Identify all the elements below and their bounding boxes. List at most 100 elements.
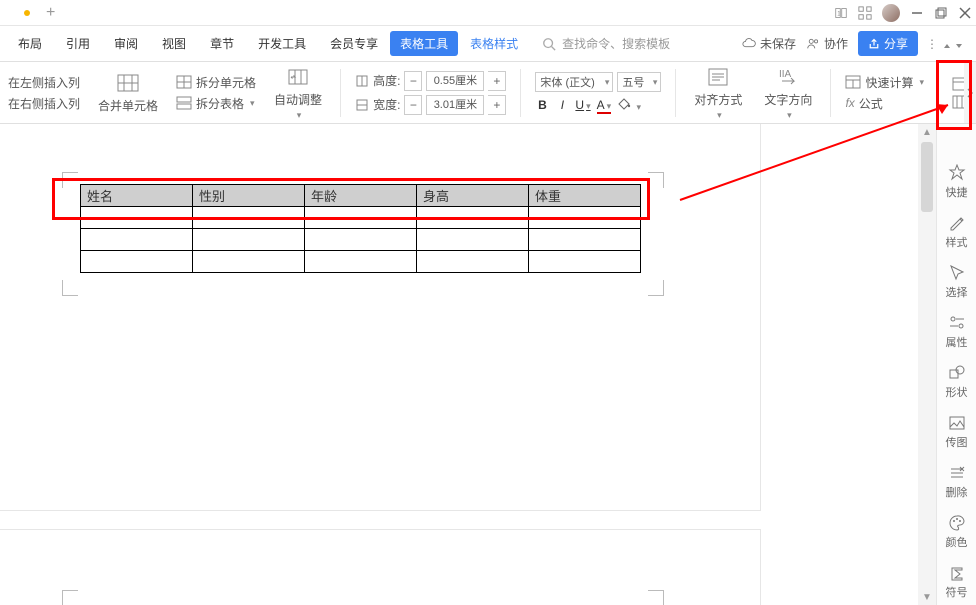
highlight-button[interactable] — [617, 96, 641, 113]
height-icon — [355, 74, 369, 88]
th-weight[interactable]: 体重 — [529, 185, 641, 207]
th-age[interactable]: 年龄 — [305, 185, 417, 207]
cooperation-button[interactable]: 协作 — [806, 35, 848, 52]
width-minus[interactable]: − — [404, 95, 422, 115]
font-color-button[interactable]: A — [597, 98, 612, 112]
table-1[interactable]: 姓名 性别 年龄 身高 体重 — [80, 184, 641, 273]
side-select[interactable]: 选择 — [946, 264, 968, 300]
side-delete-label: 删除 — [946, 484, 968, 500]
menu-devtools[interactable]: 开发工具 — [246, 29, 318, 58]
insert-col-left[interactable]: 在左侧插入列 — [8, 74, 80, 91]
share-button[interactable]: 分享 — [858, 31, 918, 56]
height-label: 高度: — [373, 72, 400, 89]
table-row[interactable] — [81, 229, 641, 251]
search-icon — [542, 37, 556, 51]
underline-button[interactable]: U — [575, 98, 590, 112]
side-shape[interactable]: 形状 — [946, 364, 968, 400]
svg-text:1: 1 — [837, 11, 841, 17]
align-label: 对齐方式 — [694, 91, 742, 108]
font-name-select[interactable]: 宋体 (正文) — [535, 72, 613, 92]
split-table-icon — [176, 96, 192, 110]
scroll-down[interactable]: ▼ — [918, 589, 936, 605]
side-quick[interactable]: 快捷 — [946, 164, 968, 200]
split-table-label: 拆分表格 — [196, 95, 244, 112]
side-select-label: 选择 — [946, 284, 968, 300]
split-cells[interactable]: 拆分单元格 — [176, 74, 256, 91]
fast-calc-button[interactable]: 快速计算 — [845, 74, 924, 91]
font-size-select[interactable]: 五号 — [617, 72, 661, 92]
th-gender[interactable]: 性别 — [193, 185, 305, 207]
menu-layout[interactable]: 布局 — [6, 29, 54, 58]
modified-dot — [24, 10, 30, 16]
height-input[interactable]: 0.55厘米 — [426, 71, 484, 91]
width-input[interactable]: 3.01厘米 — [426, 95, 484, 115]
bold-button[interactable]: B — [535, 98, 549, 112]
share-icon — [868, 38, 880, 50]
table-header-row[interactable]: 姓名 性别 年龄 身高 体重 — [81, 185, 641, 207]
vertical-scrollbar[interactable]: ▲ ▼ — [918, 124, 936, 605]
side-delete[interactable]: 删除 — [946, 464, 968, 500]
table-row[interactable] — [81, 251, 641, 273]
menu-table-tools[interactable]: 表格工具 — [390, 31, 458, 56]
calc-icon — [845, 75, 861, 89]
formula-button[interactable]: fx 公式 — [845, 95, 882, 112]
merge-cells-button[interactable]: 合并单元格 — [94, 71, 162, 114]
command-search[interactable]: 查找命令、搜索模板 — [542, 35, 742, 52]
height-minus[interactable]: − — [404, 71, 422, 91]
menu-member[interactable]: 会员专享 — [318, 29, 390, 58]
ribbon: 在左侧插入列 在右侧插入列 合并单元格 拆分单元格 拆分表格 自动调整 — [0, 62, 976, 124]
ribbon-collapse[interactable] — [956, 37, 962, 51]
unsaved-status[interactable]: 未保存 — [742, 35, 796, 52]
unsaved-label: 未保存 — [760, 35, 796, 52]
merge-cells-label: 合并单元格 — [98, 97, 158, 114]
formula-label: 公式 — [859, 95, 883, 112]
scroll-up[interactable]: ▲ — [918, 124, 936, 140]
auto-adjust-label: 自动调整 — [274, 91, 322, 108]
height-plus[interactable]: + — [488, 71, 506, 91]
minimize-button[interactable] — [910, 6, 924, 20]
italic-button[interactable]: I — [555, 98, 569, 112]
side-symbol-label: 符号 — [946, 584, 968, 600]
side-color[interactable]: 颜色 — [946, 514, 968, 550]
coop-label: 协作 — [824, 35, 848, 52]
side-props[interactable]: 属性 — [946, 314, 968, 350]
side-shape-label: 形状 — [946, 384, 968, 400]
menu-chapter[interactable]: 章节 — [198, 29, 246, 58]
width-label: 宽度: — [373, 96, 400, 113]
th-name[interactable]: 姓名 — [81, 185, 193, 207]
svg-text:IIA: IIA — [779, 69, 792, 80]
ribbon-scroll-right[interactable] — [964, 62, 976, 123]
new-tab-button[interactable]: + — [46, 4, 55, 22]
split-table[interactable]: 拆分表格 — [176, 95, 255, 112]
text-direction-label: 文字方向 — [764, 91, 812, 108]
close-button[interactable] — [958, 6, 972, 20]
ribbon-expand[interactable] — [944, 37, 950, 51]
menu-references[interactable]: 引用 — [54, 29, 102, 58]
auto-adjust-button[interactable]: 自动调整 — [270, 65, 326, 121]
coop-icon — [806, 37, 820, 51]
scroll-thumb[interactable] — [921, 142, 933, 212]
split-cells-label: 拆分单元格 — [196, 74, 256, 91]
menu-review[interactable]: 审阅 — [102, 29, 150, 58]
grid-apps-icon[interactable] — [858, 6, 872, 20]
menu-view[interactable]: 视图 — [150, 29, 198, 58]
menu-table-style[interactable]: 表格样式 — [458, 29, 530, 58]
insert-col-right[interactable]: 在右侧插入列 — [8, 95, 80, 112]
side-style[interactable]: 样式 — [946, 214, 968, 250]
maximize-button[interactable] — [934, 6, 948, 20]
side-image[interactable]: 传图 — [946, 414, 968, 450]
side-symbol[interactable]: 符号 — [946, 564, 968, 600]
table-row[interactable] — [81, 207, 641, 229]
width-plus[interactable]: + — [488, 95, 506, 115]
avatar[interactable] — [882, 4, 900, 22]
text-direction-button[interactable]: IIA 文字方向 — [760, 65, 816, 121]
split-cells-icon — [176, 75, 192, 89]
layout-switch-icon[interactable]: 1 — [834, 6, 848, 20]
align-button[interactable]: 对齐方式 — [690, 65, 746, 121]
menu-kebab[interactable]: ⋮ — [926, 37, 938, 51]
side-props-label: 属性 — [946, 334, 968, 350]
fast-calc-label: 快速计算 — [865, 74, 913, 91]
side-style-label: 样式 — [946, 234, 968, 250]
menu-bar: 布局 引用 审阅 视图 章节 开发工具 会员专享 表格工具 表格样式 查找命令、… — [0, 26, 976, 62]
th-height[interactable]: 身高 — [417, 185, 529, 207]
